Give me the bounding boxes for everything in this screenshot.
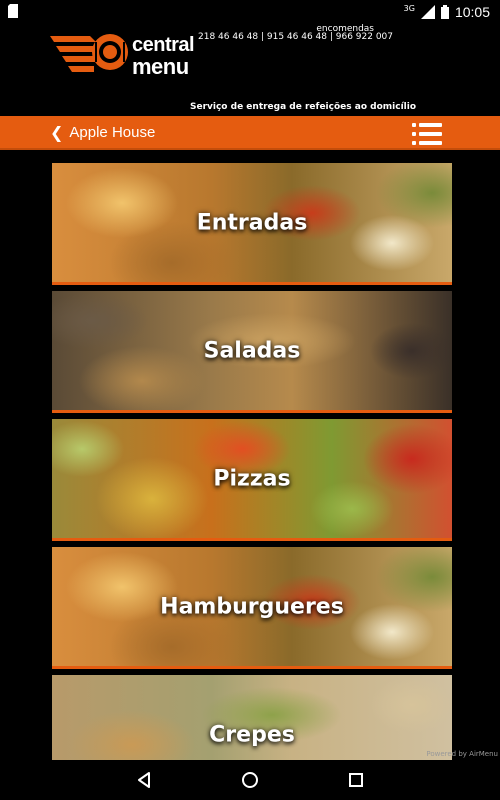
restaurant-name: Apple House [69,124,156,141]
category-entradas[interactable]: Entradas [52,163,452,285]
category-label: Pizzas [213,466,291,491]
back-button[interactable]: ❮ Apple House [50,123,155,142]
home-circle-icon[interactable] [240,770,260,790]
status-icons: 3G 10:05 [404,3,490,21]
powered-by: Powered by AirMenu [426,750,498,758]
category-label: Entradas [196,210,308,235]
phone-numbers: 218 46 46 48 | 915 46 46 48 | 966 922 00… [198,32,393,42]
recent-apps-icon[interactable] [346,770,366,790]
category-label: Hamburgueres [160,594,344,619]
category-saladas[interactable]: Saladas [52,291,452,413]
category-crepes[interactable]: Crepes [52,675,452,760]
category-image [52,675,452,760]
category-label: Crepes [209,722,295,747]
signal-icon [420,5,435,19]
category-pizzas[interactable]: Pizzas [52,419,452,541]
app-header: central menu encomendas 218 46 46 48 | 9… [0,24,500,116]
status-bar: 3G 10:05 [0,0,500,24]
sd-card-icon [8,4,18,18]
back-triangle-icon[interactable] [134,770,154,790]
category-list: Entradas Saladas Pizzas Hamburgueres Cre… [52,163,452,760]
battery-icon [440,5,449,19]
system-nav-bar [0,760,500,800]
list-menu-icon[interactable] [412,123,442,145]
category-hamburgueres[interactable]: Hamburgueres [52,547,452,669]
logo-text-menu: menu [132,54,189,79]
clock: 10:05 [454,4,490,20]
chevron-left-icon: ❮ [50,123,64,142]
category-label: Saladas [203,338,301,363]
logo-wings-icon [50,34,128,72]
network-type: 3G [403,3,415,13]
tagline: Serviço de entrega de refeições ao domic… [190,102,417,112]
central-menu-logo: central menu [50,30,210,82]
nav-bar: ❮ Apple House [0,116,500,150]
